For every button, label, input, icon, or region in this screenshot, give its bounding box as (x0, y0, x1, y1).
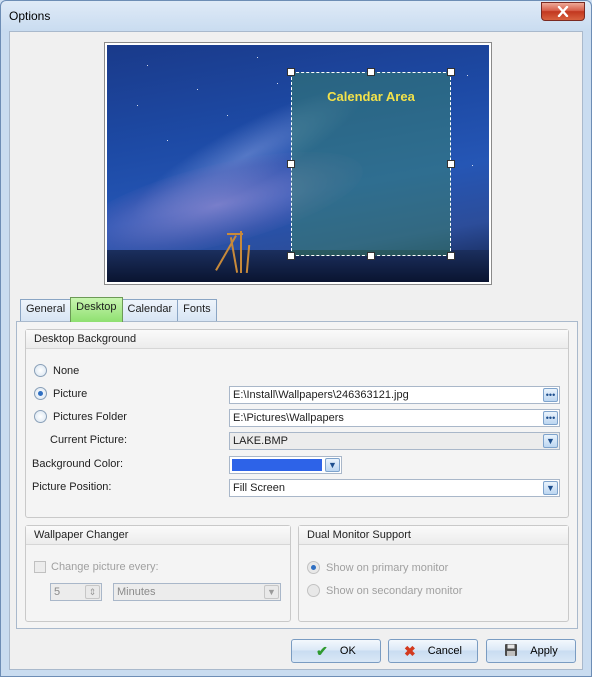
background-color-row: Background Color: (32, 458, 123, 470)
interval-unit-value: Minutes (117, 586, 156, 598)
tab-fonts[interactable]: Fonts (177, 299, 217, 321)
resize-handle[interactable] (447, 160, 455, 168)
secondary-monitor-option[interactable]: Show on secondary monitor (307, 584, 462, 597)
pictures-folder-label: Pictures Folder (53, 410, 127, 423)
none-radio[interactable] (34, 364, 47, 377)
wallpaper-preview-image: Calendar Area (107, 45, 489, 282)
secondary-monitor-radio[interactable] (307, 584, 320, 597)
primary-monitor-option[interactable]: Show on primary monitor (307, 561, 448, 574)
current-picture-row: Current Picture: (50, 434, 127, 446)
picture-label: Picture (53, 387, 88, 400)
interval-spinner[interactable]: 5 ⇕ (50, 583, 102, 601)
calendar-area-label: Calendar Area (327, 89, 415, 104)
picture-position-value: Fill Screen (233, 482, 285, 494)
resize-handle[interactable] (367, 68, 375, 76)
desktop-background-group: Desktop Background None Picture E:\Insta… (25, 329, 569, 518)
resize-handle[interactable] (287, 68, 295, 76)
background-color-swatch (232, 459, 322, 471)
ok-button-label: OK (339, 645, 356, 657)
cancel-button[interactable]: ✖ Cancel (388, 639, 478, 663)
background-color-picker[interactable]: ▼ (229, 456, 342, 474)
wallpaper-changer-title: Wallpaper Changer (26, 526, 290, 545)
close-button[interactable] (541, 2, 585, 21)
wallpaper-changer-group: Wallpaper Changer Change picture every: … (25, 525, 291, 622)
folder-path-field[interactable]: E:\Pictures\Wallpapers ••• (229, 409, 560, 427)
dual-monitor-group: Dual Monitor Support Show on primary mon… (298, 525, 569, 622)
resize-handle[interactable] (287, 160, 295, 168)
desktop-tab-panel: Desktop Background None Picture E:\Insta… (16, 321, 578, 629)
chevron-down-icon: ▼ (546, 482, 555, 493)
current-picture-select[interactable]: LAKE.BMP ▼ (229, 432, 560, 450)
chevron-down-icon: ▼ (328, 459, 337, 470)
x-icon: ✖ (404, 642, 416, 659)
resize-handle[interactable] (447, 252, 455, 260)
folder-browse-button[interactable]: ••• (543, 411, 558, 425)
picture-path-field[interactable]: E:\Install\Wallpapers\246363121.jpg ••• (229, 386, 560, 404)
change-picture-checkbox[interactable] (34, 561, 46, 573)
background-color-dropdown-button[interactable]: ▼ (325, 458, 340, 472)
calendar-area-selection[interactable]: Calendar Area (287, 68, 455, 260)
window-title: Options (9, 9, 51, 23)
tab-calendar[interactable]: Calendar (121, 299, 179, 321)
picture-radio[interactable] (34, 387, 47, 400)
pictures-folder-radio[interactable] (34, 410, 47, 423)
interval-unit-select[interactable]: Minutes ▼ (113, 583, 281, 601)
picture-position-select[interactable]: Fill Screen ▼ (229, 479, 560, 497)
cancel-button-label: Cancel (427, 645, 462, 657)
primary-monitor-label: Show on primary monitor (326, 561, 449, 574)
picture-browse-button[interactable]: ••• (543, 388, 558, 402)
resize-handle[interactable] (287, 252, 295, 260)
picture-position-label: Picture Position: (32, 481, 112, 493)
pictures-folder-option[interactable]: Pictures Folder (34, 410, 127, 423)
apply-button[interactable]: Apply (486, 639, 576, 663)
interval-spin-buttons[interactable]: ⇕ (85, 585, 100, 599)
up-down-icon: ⇕ (88, 586, 97, 597)
current-picture-label: Current Picture: (50, 434, 128, 446)
floppy-disk-icon (504, 643, 518, 660)
close-icon (557, 6, 569, 17)
picture-position-dropdown-button[interactable]: ▼ (543, 481, 558, 495)
current-picture-value: LAKE.BMP (233, 435, 289, 447)
apply-button-label: Apply (530, 645, 558, 657)
desktop-background-title: Desktop Background (26, 330, 568, 349)
background-color-label: Background Color: (32, 458, 124, 470)
folder-path-value: E:\Pictures\Wallpapers (233, 412, 344, 424)
picture-option[interactable]: Picture (34, 387, 87, 400)
check-icon: ✔ (316, 642, 328, 659)
tab-desktop[interactable]: Desktop (70, 297, 123, 322)
interval-value: 5 (54, 586, 61, 598)
dual-monitor-title: Dual Monitor Support (299, 526, 568, 545)
change-picture-label: Change picture every: (51, 561, 159, 573)
ok-button[interactable]: ✔ OK (291, 639, 381, 663)
tab-general[interactable]: General (20, 299, 72, 321)
title-bar[interactable]: Options (1, 1, 591, 31)
none-option[interactable]: None (34, 364, 79, 377)
ellipsis-icon: ••• (545, 412, 556, 423)
primary-monitor-radio[interactable] (307, 561, 320, 574)
current-picture-dropdown-button[interactable]: ▼ (543, 434, 558, 448)
desktop-preview: Calendar Area (104, 42, 492, 285)
resize-handle[interactable] (367, 252, 375, 260)
chevron-down-icon: ▼ (267, 586, 276, 597)
picture-position-row: Picture Position: (32, 481, 111, 493)
tab-strip: General Desktop Calendar Fonts (20, 297, 217, 322)
interval-unit-dropdown-button[interactable]: ▼ (264, 585, 279, 599)
options-window: Options Calendar Area General Desktop Ca… (0, 0, 592, 677)
picture-path-value: E:\Install\Wallpapers\246363121.jpg (233, 389, 409, 401)
none-label: None (53, 364, 80, 377)
dialog-client-area: Calendar Area General Desktop Calendar F… (9, 31, 583, 670)
resize-handle[interactable] (447, 68, 455, 76)
ellipsis-icon: ••• (545, 389, 556, 400)
chevron-down-icon: ▼ (546, 435, 555, 446)
change-picture-option[interactable]: Change picture every: (34, 561, 159, 573)
secondary-monitor-label: Show on secondary monitor (326, 584, 463, 597)
